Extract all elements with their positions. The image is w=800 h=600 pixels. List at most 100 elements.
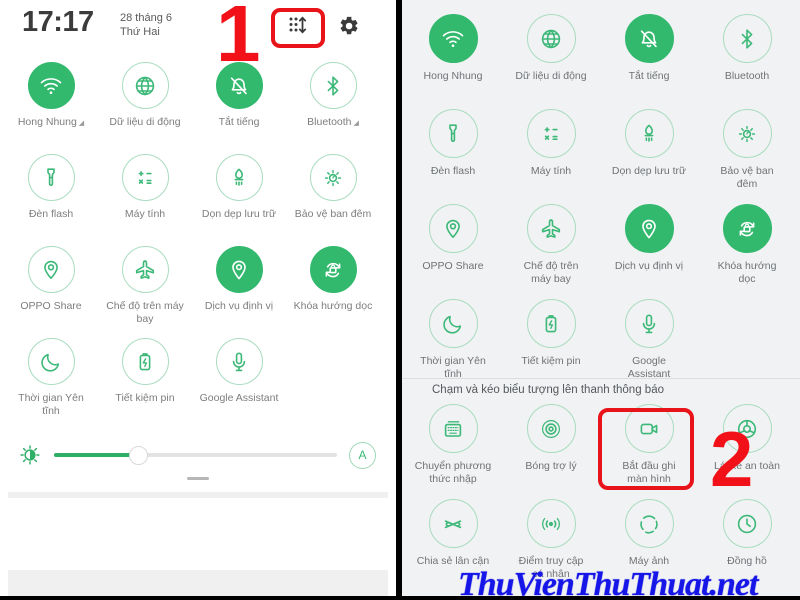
tile-storage-clean[interactable]: Dọn dẹp lưu trữ xyxy=(600,109,698,204)
tile-bubble xyxy=(624,404,674,453)
tile-bubble xyxy=(215,154,263,201)
tile-label: Bóng trợ lý xyxy=(525,460,577,472)
tile-bubble xyxy=(624,499,674,548)
screenshot-stage: 17:17 28 tháng 6 Thứ Hai Hong Nhung ◢ Dữ… xyxy=(0,0,800,600)
tile-rotation-lock[interactable]: Khóa hướng dọc xyxy=(698,204,796,299)
flashlight-icon xyxy=(449,123,457,142)
tile-moon[interactable]: Thời gian Yên tĩnh xyxy=(404,299,502,394)
date-block: 28 tháng 6 Thứ Hai xyxy=(120,12,172,40)
nearby-share-icon xyxy=(444,519,462,528)
tile-label: Dữ liệu di động xyxy=(109,116,181,128)
tile-label: Tiết kiệm pin xyxy=(115,392,175,404)
expand-arrow-icon[interactable]: ◢ xyxy=(77,120,84,127)
panel-divider xyxy=(396,0,402,600)
tile-bubble xyxy=(121,338,169,385)
auto-brightness-button[interactable]: A xyxy=(349,441,376,469)
tile-bubble xyxy=(215,246,263,293)
tile-keyboard-switch[interactable]: Chuyển phương thức nhập xyxy=(404,404,502,499)
tile-bubble xyxy=(722,14,772,63)
tile-microphone[interactable]: Google Assistant xyxy=(192,338,286,430)
tile-bubble xyxy=(428,299,478,348)
reorder-tiles-icon xyxy=(287,15,309,40)
tile-label: Chế độ trên máy bay xyxy=(106,300,184,326)
settings-button[interactable] xyxy=(335,14,363,42)
tile-label: Máy tính xyxy=(530,165,572,177)
tile-flashlight[interactable]: Đèn flash xyxy=(404,109,502,204)
tile-bubble xyxy=(428,204,478,253)
airplane-icon xyxy=(135,259,155,279)
tile-bubble xyxy=(526,204,576,253)
tile-rotation-lock[interactable]: Khóa hướng dọc xyxy=(286,246,380,338)
microphone-icon xyxy=(232,351,246,371)
status-bar: 17:17 28 tháng 6 Thứ Hai xyxy=(0,0,380,58)
tile-airplane[interactable]: Chế độ trên máy bay xyxy=(98,246,192,338)
bell-muted-icon xyxy=(640,29,657,47)
tile-oppo-share[interactable]: OPPO Share xyxy=(4,246,98,338)
tile-night-shield[interactable]: Bảo vệ ban đêm xyxy=(286,154,380,246)
tile-wifi[interactable]: Hong Nhung ◢ xyxy=(4,62,98,154)
tile-label: Chuyển phương thức nhập xyxy=(414,460,492,486)
tile-bubble xyxy=(722,109,772,158)
tile-microphone[interactable]: Google Assistant xyxy=(600,299,698,394)
tile-moon[interactable]: Thời gian Yên tĩnh xyxy=(4,338,98,430)
brightness-thumb[interactable] xyxy=(129,445,149,465)
brightness-fill xyxy=(54,453,139,457)
tile-bubble xyxy=(27,246,75,293)
tile-bluetooth[interactable]: Bluetooth ◢ xyxy=(286,62,380,154)
tile-bubble xyxy=(309,62,357,109)
brightness-track[interactable] xyxy=(54,445,337,465)
tile-label: Dịch vụ định vị xyxy=(204,300,274,312)
tile-bell-muted[interactable]: Tắt tiếng xyxy=(600,14,698,109)
tile-globe[interactable]: Dữ liệu di động xyxy=(502,14,600,109)
tile-flashlight[interactable]: Đèn flash xyxy=(4,154,98,246)
hotspot-icon xyxy=(542,517,560,530)
right-tile-grid: Hong Nhung Dữ liệu di động Tắt tiếng Blueto… xyxy=(404,14,798,394)
tile-label: Bắt đầu ghi màn hình xyxy=(622,460,676,486)
tile-wifi[interactable]: Hong Nhung xyxy=(404,14,502,109)
gear-icon xyxy=(338,15,360,42)
tile-location-pin[interactable]: Dịch vụ định vị xyxy=(600,204,698,299)
tile-night-shield[interactable]: Bảo vệ ban đêm xyxy=(698,109,796,204)
weekday-text: Thứ Hai xyxy=(120,25,160,38)
oppo-share-icon xyxy=(446,219,460,238)
tile-battery-saver[interactable]: Tiết kiệm pin xyxy=(502,299,600,394)
tile-label: Đèn flash xyxy=(28,208,74,220)
tile-label: Tắt tiếng xyxy=(628,70,670,82)
tile-label: Bluetooth ◢ xyxy=(307,116,359,128)
bluetooth-icon xyxy=(741,28,753,49)
tile-airplane[interactable]: Chế độ trên máy bay xyxy=(502,204,600,299)
wifi-icon xyxy=(40,77,62,94)
tile-calculator[interactable]: Máy tính xyxy=(502,109,600,204)
tile-bubble xyxy=(27,154,75,201)
location-pin-icon xyxy=(642,219,656,238)
tile-storage-clean[interactable]: Dọn dẹp lưu trữ xyxy=(192,154,286,246)
tile-battery-saver[interactable]: Tiết kiệm pin xyxy=(98,338,192,430)
wifi-icon xyxy=(442,30,464,47)
tile-bubble xyxy=(428,109,478,158)
brightness-slider-row[interactable]: A xyxy=(16,438,376,472)
keyboard-switch-icon xyxy=(444,420,462,437)
camera-shutter-icon xyxy=(640,514,658,533)
tile-location-pin[interactable]: Dịch vụ định vị xyxy=(192,246,286,338)
tile-label: OPPO Share xyxy=(20,300,82,312)
tile-label: Hong Nhung ◢ xyxy=(17,116,85,128)
clock-time: 17:17 xyxy=(22,6,94,38)
reorder-tiles-button[interactable] xyxy=(272,9,324,46)
tile-calculator[interactable]: Máy tính xyxy=(98,154,192,246)
tile-bubble xyxy=(526,499,576,548)
battery-saver-icon xyxy=(545,314,557,332)
tile-screen-record[interactable]: Bắt đầu ghi màn hình xyxy=(600,404,698,499)
tile-bubble xyxy=(722,499,772,548)
tile-bubble xyxy=(121,246,169,293)
tile-bubble xyxy=(27,338,75,385)
expand-arrow-icon[interactable]: ◢ xyxy=(352,120,358,127)
calculator-icon xyxy=(544,126,558,140)
battery-saver-icon xyxy=(139,352,151,370)
tile-label: Dữ liệu di động xyxy=(515,70,587,82)
tile-assistive-ball[interactable]: Bóng trợ lý xyxy=(502,404,600,499)
tile-bluetooth[interactable]: Bluetooth xyxy=(698,14,796,109)
airplane-icon xyxy=(541,218,561,238)
drag-handle[interactable] xyxy=(187,477,209,480)
tile-globe[interactable]: Dữ liệu di động xyxy=(98,62,192,154)
tile-oppo-share[interactable]: OPPO Share xyxy=(404,204,502,299)
